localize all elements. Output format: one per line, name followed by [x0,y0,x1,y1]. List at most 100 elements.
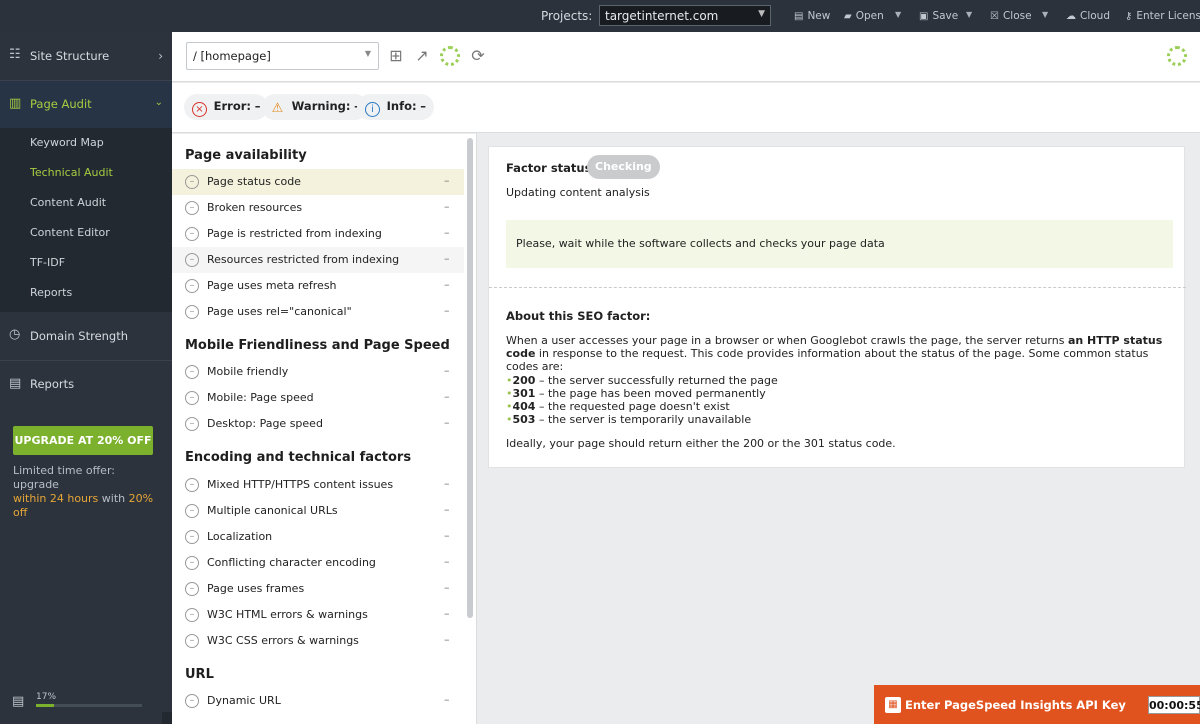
factor-label: W3C HTML errors & warnings [207,608,368,621]
save-dropdown-icon[interactable]: ▼ [966,10,972,19]
cloud-button[interactable]: ☁ Cloud [1066,10,1110,22]
minus-circle-icon: – [185,478,199,492]
sidebar-item-site-structure[interactable]: ☷ Site Structure › [0,32,172,80]
factor-value: – [444,200,450,213]
factor-row[interactable]: – Mobile: Page speed – [172,385,464,411]
factor-value: – [444,633,450,646]
warning-filter[interactable]: ⚠ Warning: – [262,94,368,120]
factor-row[interactable]: – Mobile friendly – [172,359,464,385]
tasks-icon[interactable]: ▤ [12,694,24,709]
sidebar-subitem-content-editor[interactable]: Content Editor [0,218,172,248]
progress-fill [36,704,55,707]
progress-bar [36,704,142,707]
upgrade-button[interactable]: UPGRADE AT 20% OFF [13,426,153,455]
factor-row[interactable]: – W3C CSS errors & warnings – [172,628,464,654]
error-filter[interactable]: × Error: – [184,94,269,120]
factor-label: Mobile: Page speed [207,391,314,404]
loading-spinner-icon [1167,46,1187,66]
sidebar-subitem-technical-audit[interactable]: Technical Audit [0,158,172,188]
factor-row[interactable]: – Broken resources – [172,195,464,221]
open-dropdown-icon[interactable]: ▼ [895,10,901,19]
scrollbar[interactable] [467,138,473,618]
factor-value: – [444,503,450,516]
chevron-down-icon: ▼ [758,9,765,19]
chevron-down-icon: ⌄ [154,97,163,108]
factor-row[interactable]: – Mixed HTTP/HTTPS content issues – [172,472,464,498]
app-window: Projects: targetinternet.com ▼ ▤ New ▰ Ope… [0,0,1200,724]
sidebar-item-page-audit[interactable]: ▥ Page Audit ⌄ [0,81,172,128]
close-dropdown-icon[interactable]: ▼ [1042,10,1048,19]
factor-row[interactable]: – Multiple canonical URLs – [172,498,464,524]
open-button[interactable]: ▰ Open [844,10,884,22]
list-item: •503 – the server is temporarily unavail… [506,413,778,426]
save-button[interactable]: ▣ Save [919,10,958,22]
factor-row[interactable]: – Dynamic URL – [172,688,464,714]
warning-label: Warning: [291,99,351,113]
sidebar-item-label: Reports [30,377,75,391]
sidebar-item-domain-strength[interactable]: ◷ Domain Strength [0,312,172,360]
close-label: Close [1002,10,1032,22]
minus-circle-icon: – [185,227,199,241]
status-code: 200 [512,374,536,387]
factor-label: Page status code [207,175,301,188]
enter-license-label: Enter License [1136,10,1200,22]
sidebar-item-label: Domain Strength [30,329,129,343]
sidebar-item-reports[interactable]: ▤ Reports [0,361,172,409]
factor-row[interactable]: – Page uses frames – [172,576,464,602]
sitemap-icon: ☷ [9,47,21,62]
factor-value: – [444,555,450,568]
factor-row[interactable]: – Page uses rel="canonical" – [172,299,464,325]
factor-label: Page is restricted from indexing [207,227,382,240]
factor-label: Conflicting character encoding [207,556,376,569]
loading-spinner-icon [440,46,460,66]
project-value: targetinternet.com [605,9,719,23]
sidebar-subitem-reports[interactable]: Reports [0,278,172,308]
factor-list: Page availability – Page status code – – Br… [172,134,477,724]
factor-row[interactable]: – W3C HTML errors & warnings – [172,602,464,628]
list-item: •200 – the server successfully returned … [506,374,778,387]
enter-license-button[interactable]: ⚷Enter License [1125,10,1200,22]
factor-row[interactable]: – Localization – [172,524,464,550]
factor-row[interactable]: – Resources restricted from indexing – [172,247,464,273]
info-label: Info: [386,99,417,113]
add-page-icon[interactable]: ⊞ [386,46,406,66]
factor-label: Desktop: Page speed [207,417,323,430]
pagespeed-api-key-banner[interactable]: ▦ Enter PageSpeed Insights API Key 00:00… [874,685,1200,724]
factor-value: – [444,364,450,377]
share-icon[interactable]: ↗ [412,46,432,66]
factor-row[interactable]: – Desktop: Page speed – [172,411,464,437]
cloud-icon: ☁ [1066,11,1076,22]
panel-splitter[interactable] [478,134,482,724]
filter-bar: × Error: – ⚠ Warning: – i Info: – [172,83,1200,133]
close-button[interactable]: ☒ Close [990,10,1032,22]
factor-label: Resources restricted from indexing [207,253,400,266]
factor-row[interactable]: – Page is restricted from indexing – [172,221,464,247]
factor-label: Mobile friendly [207,365,289,378]
factor-row[interactable]: – Conflicting character encoding – [172,550,464,576]
new-label: New [807,10,831,22]
about-title: About this SEO factor: [506,309,651,323]
factor-row[interactable]: – Page uses meta refresh – [172,273,464,299]
page-select-value: / [homepage] [193,49,271,63]
new-file-icon: ▤ [794,11,804,22]
progress-percent: 17% [36,692,57,702]
status-badge: Checking [587,155,660,179]
minus-circle-icon: – [185,504,199,518]
info-filter[interactable]: i Info: – [357,94,435,120]
recheck-icon[interactable]: ⟳ [468,46,488,66]
status-code: 503 [512,413,536,426]
wait-message: Please, wait while the software collects… [506,220,1173,268]
factor-row[interactable]: – Page status code – [172,169,464,195]
factor-label: Mixed HTTP/HTTPS content issues [207,478,394,491]
new-button[interactable]: ▤ New [794,10,830,22]
section-title: Page availability [185,148,307,163]
project-select[interactable]: targetinternet.com ▼ [599,5,771,26]
collapse-sidebar-button[interactable]: ‹ [162,712,172,724]
factor-value: – [444,693,450,706]
section-title: Encoding and technical factors [185,450,412,465]
page-select[interactable]: / [homepage] ▼ [186,42,379,70]
factor-value: – [444,252,450,265]
sidebar-subitem-tf-idf[interactable]: TF-IDF [0,248,172,278]
sidebar-subitem-content-audit[interactable]: Content Audit [0,188,172,218]
sidebar-subitem-keyword-map[interactable]: Keyword Map [0,128,172,158]
